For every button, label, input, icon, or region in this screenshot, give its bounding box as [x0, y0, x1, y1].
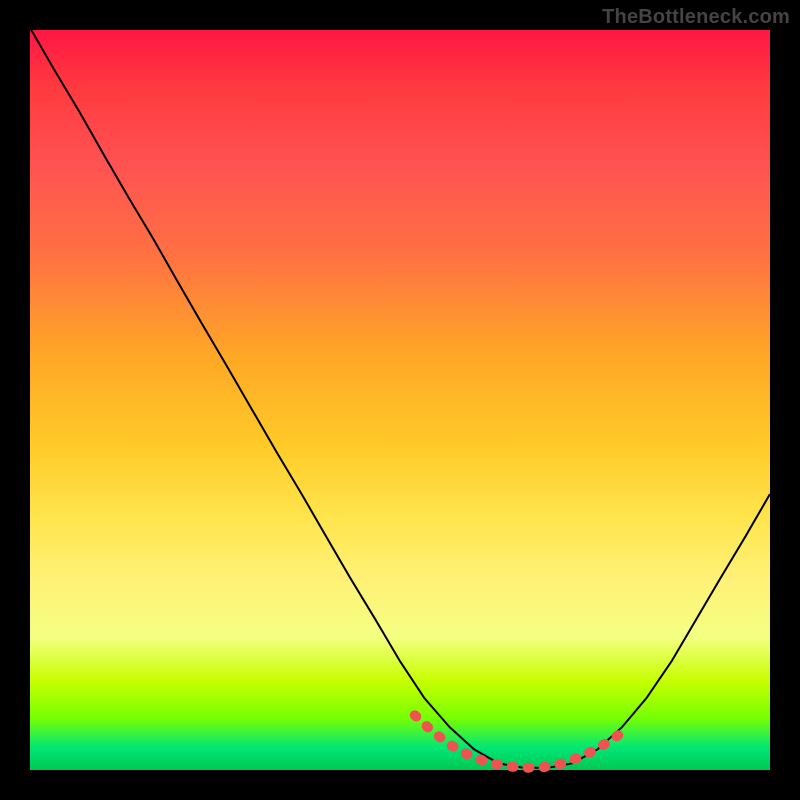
watermark-text: TheBottleneck.com	[602, 6, 790, 29]
main-curve	[30, 28, 770, 768]
curve-layer	[30, 30, 770, 770]
chart-stage: TheBottleneck.com	[0, 0, 800, 800]
plot-area	[30, 30, 770, 770]
